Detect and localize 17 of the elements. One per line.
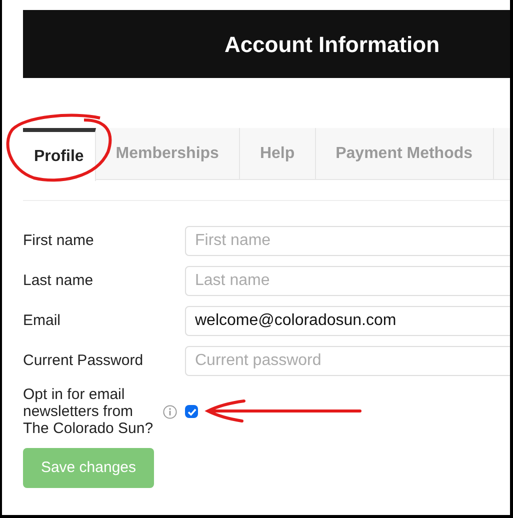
tab[interactable]: Memberships xyxy=(96,128,240,180)
field-label: Last name xyxy=(23,270,94,291)
input-field[interactable]: Last name xyxy=(185,266,510,296)
field-label: Email xyxy=(23,310,62,331)
tab[interactable]: Profile xyxy=(23,128,96,181)
newsletter-label: Opt in for email newsletters from The Colorado Sun? xyxy=(23,386,154,437)
page-title: Account Information xyxy=(224,30,440,58)
newsletter-checkbox[interactable] xyxy=(185,405,198,418)
save-button[interactable]: Save changes xyxy=(23,448,154,488)
field-label: Current Password xyxy=(23,350,144,371)
input-field[interactable]: First name xyxy=(185,226,510,256)
input-field[interactable]: welcome@coloradosun.com xyxy=(185,306,510,336)
input-field[interactable]: Current password xyxy=(185,346,510,376)
field-label: First name xyxy=(23,230,95,251)
tab[interactable]: Payment Methods xyxy=(316,128,494,180)
info-icon xyxy=(163,404,177,418)
tab[interactable]: Help xyxy=(240,128,316,180)
